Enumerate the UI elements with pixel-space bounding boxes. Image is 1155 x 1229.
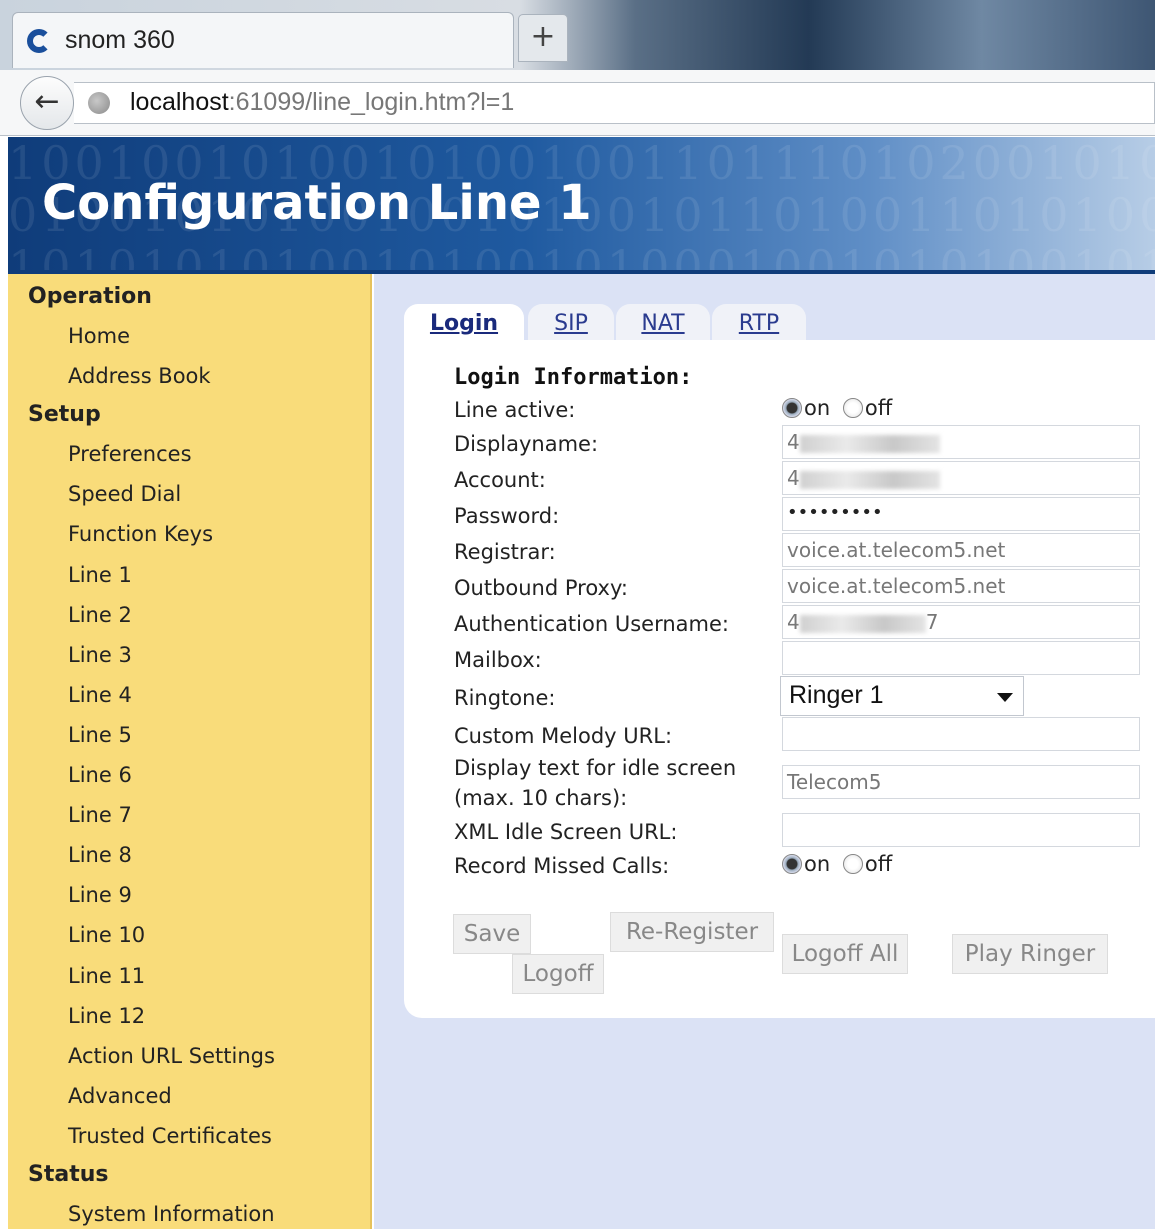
account-input[interactable]: 4 <box>782 461 1140 495</box>
redacted-blur <box>799 614 926 633</box>
play-ringer-button[interactable]: Play Ringer <box>952 934 1108 974</box>
redacted-blur <box>799 470 940 489</box>
displayname-label: Displayname: <box>454 432 599 456</box>
sidebar-item-line-9[interactable]: Line 9 <box>68 883 132 907</box>
auth-username-prefix: 4 <box>787 610 800 634</box>
logoff-all-button[interactable]: Logoff All <box>782 934 908 974</box>
ringtone-value: Ringer 1 <box>789 681 884 709</box>
sidebar-section-operation: Operation <box>28 284 152 309</box>
sidebar-section-status: Status <box>28 1162 109 1187</box>
line-active-off-label: off <box>864 396 893 420</box>
sidebar: Operation Home Address Book Setup Preference… <box>8 274 372 1229</box>
sidebar-item-advanced[interactable]: Advanced <box>68 1084 172 1108</box>
record-missed-label: Record Missed Calls: <box>454 854 670 878</box>
sidebar-item-trusted-certificates[interactable]: Trusted Certificates <box>68 1124 272 1148</box>
custom-melody-input[interactable] <box>782 717 1140 751</box>
line-active-off-radio[interactable] <box>842 398 863 418</box>
login-information-heading: Login Information: <box>454 365 693 390</box>
record-missed-off-radio[interactable] <box>842 854 863 874</box>
outbound-proxy-input[interactable]: voice.at.telecom5.net <box>782 569 1140 603</box>
custom-melody-label: Custom Melody URL: <box>454 724 673 748</box>
sidebar-item-line-7[interactable]: Line 7 <box>68 803 132 827</box>
tab-sip[interactable]: SIP <box>528 304 614 344</box>
binary-row: 101010101001010010100010010101001010010 <box>8 240 1155 272</box>
sidebar-item-speed-dial[interactable]: Speed Dial <box>68 482 181 506</box>
sidebar-item-line-10[interactable]: Line 10 <box>68 923 145 947</box>
browser-tab-title: snom 360 <box>65 26 175 54</box>
navigation-bar: ← localhost:61099/line_login.htm?l=1 <box>0 70 1155 136</box>
save-button[interactable]: Save <box>453 914 531 954</box>
sidebar-item-line-3[interactable]: Line 3 <box>68 643 132 667</box>
record-missed-off-label: off <box>864 852 893 876</box>
dropdown-arrow-icon <box>997 693 1013 702</box>
sidebar-item-line-12[interactable]: Line 12 <box>68 1004 145 1028</box>
sidebar-item-line-11[interactable]: Line 11 <box>68 964 145 988</box>
password-input[interactable]: ••••••••• <box>782 497 1140 531</box>
sidebar-item-line-5[interactable]: Line 5 <box>68 723 132 747</box>
sidebar-section-setup: Setup <box>28 402 101 428</box>
login-panel: Login Information: Line active: on off D… <box>404 340 1155 1018</box>
xml-idle-label: XML Idle Screen URL: <box>454 820 678 844</box>
sidebar-item-system-information[interactable]: System Information <box>68 1202 275 1226</box>
back-arrow-icon[interactable]: ← <box>20 76 74 130</box>
registrar-label: Registrar: <box>454 540 556 564</box>
record-missed-on-label: on <box>804 852 831 876</box>
auth-username-suffix: 7 <box>925 610 939 634</box>
page-title: Configuration Line 1 <box>42 175 592 231</box>
mailbox-input[interactable] <box>782 641 1140 675</box>
idle-text-input[interactable]: Telecom5 <box>782 765 1140 799</box>
password-label: Password: <box>454 504 560 528</box>
sidebar-item-home[interactable]: Home <box>68 324 130 348</box>
sidebar-item-line-6[interactable]: Line 6 <box>68 763 132 787</box>
xml-idle-input[interactable] <box>782 813 1140 847</box>
line-active-radio-group: on off <box>782 396 892 420</box>
displayname-input[interactable]: 4 <box>782 425 1140 459</box>
record-missed-on-radio[interactable] <box>782 854 802 874</box>
ringtone-select[interactable]: Ringer 1 <box>780 676 1024 716</box>
browser-tab-strip: snom 360 + <box>0 0 1155 72</box>
outbound-proxy-label: Outbound Proxy: <box>454 576 628 600</box>
sidebar-item-line-2[interactable]: Line 2 <box>68 603 132 627</box>
logoff-button[interactable]: Logoff <box>512 954 604 994</box>
sidebar-item-action-url-settings[interactable]: Action URL Settings <box>68 1044 275 1068</box>
address-bar[interactable]: localhost:61099/line_login.htm?l=1 <box>74 82 1155 124</box>
sidebar-item-line-4[interactable]: Line 4 <box>68 683 132 707</box>
url-text: localhost:61099/line_login.htm?l=1 <box>130 88 514 117</box>
auth-username-label: Authentication Username: <box>454 612 729 636</box>
line-active-label: Line active: <box>454 398 576 422</box>
snom-logo-icon <box>27 29 51 53</box>
redacted-blur <box>799 434 940 453</box>
new-tab-button[interactable]: + <box>518 14 568 62</box>
url-path: :61099/line_login.htm?l=1 <box>228 88 515 116</box>
record-missed-radio-group: on off <box>782 852 892 876</box>
tab-nat[interactable]: NAT <box>616 304 710 344</box>
globe-icon <box>88 92 110 114</box>
sidebar-item-address-book[interactable]: Address Book <box>68 364 211 388</box>
tab-login[interactable]: Login <box>404 304 524 344</box>
line-active-on-radio[interactable] <box>782 398 802 418</box>
page-header: 1001001010010100100110111010200101001010… <box>8 137 1155 272</box>
main-content: Login SIP NAT RTP Login Information: Lin… <box>374 274 1155 1229</box>
account-value: 4 <box>787 466 800 490</box>
sidebar-item-line-1[interactable]: Line 1 <box>68 563 132 587</box>
idle-text-label-line1: Display text for idle screen <box>454 756 737 780</box>
browser-tab[interactable]: snom 360 <box>12 12 514 68</box>
registrar-input[interactable]: voice.at.telecom5.net <box>782 533 1140 567</box>
tab-rtp[interactable]: RTP <box>712 304 806 344</box>
sidebar-item-function-keys[interactable]: Function Keys <box>68 522 213 546</box>
displayname-value: 4 <box>787 430 800 454</box>
mailbox-label: Mailbox: <box>454 648 542 672</box>
auth-username-input[interactable]: 47 <box>782 605 1140 639</box>
line-active-on-label: on <box>804 396 831 420</box>
sidebar-item-preferences[interactable]: Preferences <box>68 442 192 466</box>
sidebar-item-line-8[interactable]: Line 8 <box>68 843 132 867</box>
account-label: Account: <box>454 468 546 492</box>
ringtone-label: Ringtone: <box>454 686 556 710</box>
reregister-button[interactable]: Re-Register <box>610 912 774 952</box>
idle-text-label-line2: (max. 10 chars): <box>454 786 628 810</box>
url-host: localhost <box>130 88 229 116</box>
